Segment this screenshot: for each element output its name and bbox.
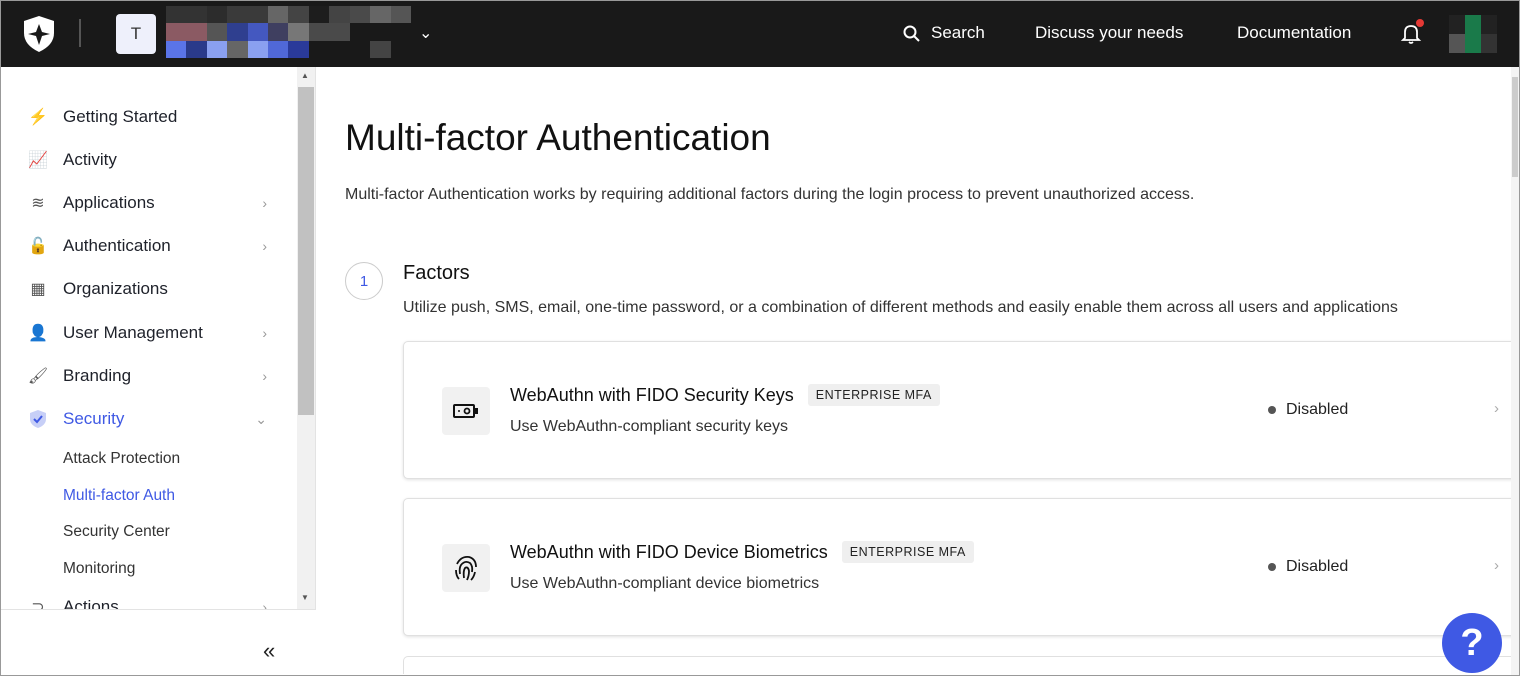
help-button[interactable]: ? [1442, 613, 1502, 673]
sidebar-scrollbar[interactable]: ▲ ▼ [297, 67, 315, 609]
status-dot [1268, 563, 1276, 571]
chevron-right-icon: › [262, 368, 267, 384]
sidebar-item-security[interactable]: Security ⌄ [27, 407, 267, 431]
sidebar: ⚡ Getting Started 📈 Activity ≋ Applications… [1, 67, 316, 675]
actions-icon: ⊃ [27, 596, 49, 609]
user-avatar[interactable] [1449, 15, 1497, 53]
sidebar-item-label: Organizations [63, 279, 168, 299]
chevron-right-icon: › [262, 238, 267, 254]
chevron-right-icon: › [262, 599, 267, 609]
page-scrollbar[interactable] [1511, 67, 1519, 675]
sidebar-item-label: Applications [63, 193, 155, 213]
sidebar-subitem-attack-protection[interactable]: Attack Protection [63, 450, 180, 468]
sidebar-item-label: Security [63, 409, 124, 429]
enterprise-badge: ENTERPRISE MFA [808, 384, 940, 406]
sidebar-subitem-mfa[interactable]: Multi-factor Auth [63, 487, 175, 505]
factor-title-row: WebAuthn with FIDO Device Biometrics ENTE… [510, 541, 974, 563]
main-content: Multi-factor Authentication Multi-factor… [317, 67, 1519, 675]
sidebar-item-organizations[interactable]: ▦ Organizations [27, 277, 267, 301]
lightning-icon: ⚡ [27, 106, 49, 128]
sidebar-item-label: Actions [63, 597, 119, 609]
auth0-logo-icon[interactable] [21, 15, 57, 53]
page-title: Multi-factor Authentication [345, 117, 771, 159]
sidebar-item-authentication[interactable]: 🔓 Authentication › [27, 234, 267, 258]
factor-card-partial[interactable] [403, 656, 1519, 674]
tenant-avatar[interactable]: T [116, 14, 156, 54]
factor-title-row: WebAuthn with FIDO Security Keys ENTERPRI… [510, 384, 940, 406]
sidebar-item-actions[interactable]: ⊃ Actions › [27, 595, 267, 609]
search-button[interactable]: Search [931, 23, 985, 43]
activity-chart-icon: 📈 [27, 149, 49, 171]
scrollbar-thumb[interactable] [1512, 77, 1518, 177]
sidebar-subitem-monitoring[interactable]: Monitoring [63, 560, 135, 578]
sidebar-item-label: Activity [63, 150, 117, 170]
search-icon [903, 25, 920, 42]
chevron-right-icon: › [1494, 400, 1499, 417]
tenant-name-redacted[interactable] [166, 6, 411, 58]
status-badge: Disabled [1268, 401, 1348, 419]
lock-icon: 🔓 [27, 235, 49, 257]
chevron-down-icon[interactable]: ⌄ [419, 23, 432, 43]
sidebar-item-applications[interactable]: ≋ Applications › [27, 191, 267, 215]
security-key-icon [442, 387, 490, 435]
factor-title: WebAuthn with FIDO Device Biometrics [510, 542, 828, 563]
status-text: Disabled [1286, 401, 1348, 419]
fingerprint-icon [442, 544, 490, 592]
sidebar-footer: « [1, 609, 316, 675]
sidebar-item-branding[interactable]: 🖌 Branding › [27, 364, 267, 388]
building-icon: ▦ [27, 278, 49, 300]
brush-icon: 🖌 [27, 365, 49, 387]
status-badge: Disabled [1268, 558, 1348, 576]
user-gear-icon: 👤 [27, 322, 49, 344]
status-dot [1268, 406, 1276, 414]
collapse-sidebar-button[interactable]: « [263, 638, 271, 664]
sidebar-item-activity[interactable]: 📈 Activity [27, 148, 267, 172]
layers-icon: ≋ [27, 192, 49, 214]
sidebar-subitem-security-center[interactable]: Security Center [63, 523, 170, 541]
page-description: Multi-factor Authentication works by req… [345, 186, 1194, 204]
sidebar-item-getting-started[interactable]: ⚡ Getting Started [27, 105, 267, 129]
chevron-right-icon: › [262, 195, 267, 211]
divider [79, 19, 81, 47]
step-number: 1 [345, 262, 383, 300]
sidebar-actions-clip: ⊃ Actions › [1, 595, 297, 609]
factor-title: WebAuthn with FIDO Security Keys [510, 385, 794, 406]
notification-dot [1416, 19, 1424, 27]
chevron-right-icon: › [1494, 557, 1499, 574]
sidebar-item-label: Authentication [63, 236, 171, 256]
factor-subtitle: Use WebAuthn-compliant security keys [510, 418, 788, 436]
scrollbar-thumb[interactable] [298, 87, 314, 415]
chevron-down-icon: ⌄ [255, 411, 267, 428]
section-title: Factors [403, 262, 470, 285]
factor-subtitle: Use WebAuthn-compliant device biometrics [510, 575, 819, 593]
factor-card-security-keys[interactable]: WebAuthn with FIDO Security Keys ENTERPRI… [403, 341, 1519, 479]
discuss-needs-link[interactable]: Discuss your needs [1035, 23, 1183, 43]
top-bar: T ⌄ Search Discuss your needs Documentat… [1, 1, 1519, 67]
enterprise-badge: ENTERPRISE MFA [842, 541, 974, 563]
documentation-link[interactable]: Documentation [1237, 23, 1351, 43]
sidebar-item-label: User Management [63, 323, 203, 343]
sidebar-item-user-management[interactable]: 👤 User Management › [27, 321, 267, 345]
scroll-down-arrow[interactable]: ▼ [301, 593, 309, 602]
sidebar-item-label: Branding [63, 366, 131, 386]
scroll-up-arrow[interactable]: ▲ [301, 71, 309, 80]
shield-check-icon [27, 408, 49, 430]
chevron-right-icon: › [262, 325, 267, 341]
section-description: Utilize push, SMS, email, one-time passw… [403, 299, 1398, 317]
sidebar-item-label: Getting Started [63, 107, 177, 127]
factor-card-device-biometrics[interactable]: WebAuthn with FIDO Device Biometrics ENTE… [403, 498, 1519, 636]
status-text: Disabled [1286, 558, 1348, 576]
